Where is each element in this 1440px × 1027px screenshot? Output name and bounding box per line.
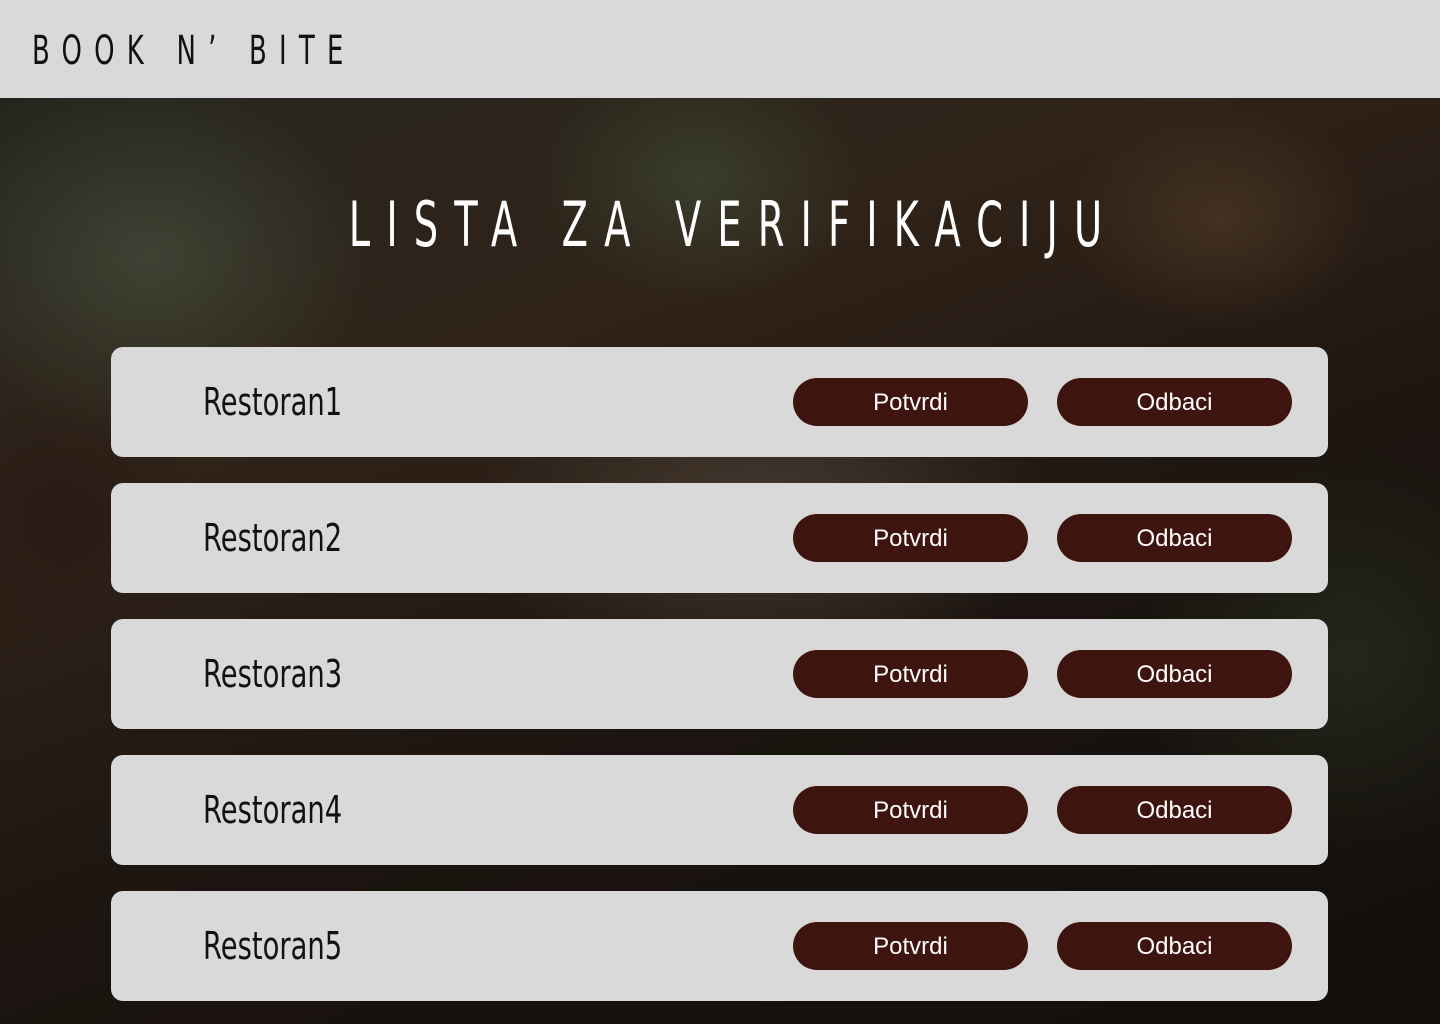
restaurant-card: Restoran3 Potvrdi Odbaci [111, 619, 1328, 729]
restaurant-card: Restoran5 Potvrdi Odbaci [111, 891, 1328, 1001]
restaurant-card: Restoran1 Potvrdi Odbaci [111, 347, 1328, 457]
restaurant-card: Restoran4 Potvrdi Odbaci [111, 755, 1328, 865]
top-header: BOOK N’ BITE [0, 0, 1440, 98]
reject-button[interactable]: Odbaci [1057, 378, 1292, 426]
restaurant-name: Restoran4 [203, 788, 343, 832]
confirm-button[interactable]: Potvrdi [793, 650, 1028, 698]
page-title-text: LISTA ZA VERIFIKACIJU [348, 188, 1118, 261]
brand-logo[interactable]: BOOK N’ BITE [32, 26, 356, 76]
confirm-button[interactable]: Potvrdi [793, 514, 1028, 562]
confirm-button[interactable]: Potvrdi [793, 378, 1028, 426]
reject-button[interactable]: Odbaci [1057, 514, 1292, 562]
reject-button[interactable]: Odbaci [1057, 650, 1292, 698]
verification-list: Restoran1 Potvrdi Odbaci Restoran2 Potvr… [111, 347, 1328, 1027]
reject-button[interactable]: Odbaci [1057, 786, 1292, 834]
confirm-button[interactable]: Potvrdi [793, 922, 1028, 970]
restaurant-card: Restoran2 Potvrdi Odbaci [111, 483, 1328, 593]
restaurant-name: Restoran2 [203, 516, 343, 560]
restaurant-name: Restoran3 [203, 652, 343, 696]
confirm-button[interactable]: Potvrdi [793, 786, 1028, 834]
restaurant-name: Restoran1 [203, 380, 343, 424]
reject-button[interactable]: Odbaci [1057, 922, 1292, 970]
page-title: LISTA ZA VERIFIKACIJU [0, 190, 1440, 260]
restaurant-name: Restoran5 [203, 924, 343, 968]
